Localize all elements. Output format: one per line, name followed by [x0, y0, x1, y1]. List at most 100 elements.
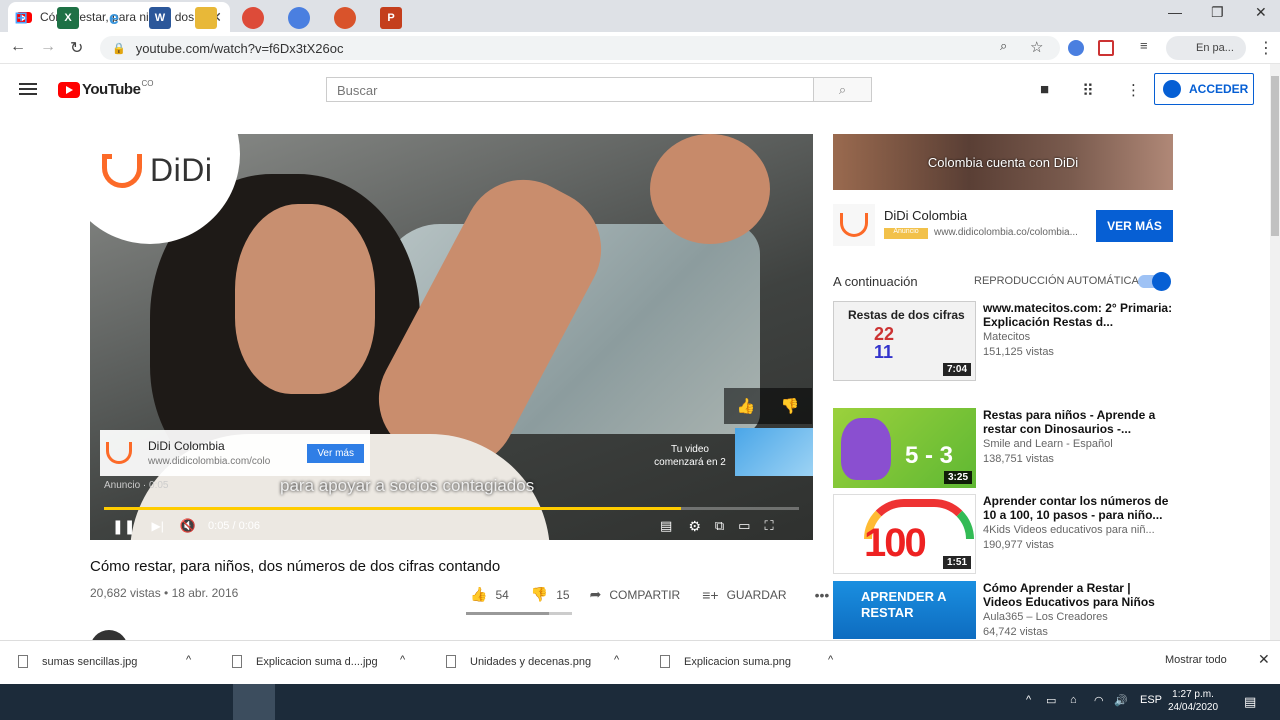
autoplay-label: REPRODUCCIÓN AUTOMÁTICA — [974, 275, 1139, 287]
media-queue-icon[interactable]: ≡ — [1140, 38, 1148, 53]
sentiment-fill — [466, 612, 549, 615]
download-item[interactable]: Unidades y decenas.png — [446, 655, 591, 668]
like-icon[interactable]: 👍 — [470, 586, 487, 603]
youtube-logo[interactable]: YouTube CO — [58, 79, 154, 98]
taskbar-clock[interactable]: 1:27 p.m. 24/04/2020 — [1168, 688, 1218, 714]
miniplayer-icon[interactable]: ⧉ — [715, 518, 724, 534]
recommendation-thumbnail[interactable]: APRENDER A RESTAR — [833, 581, 976, 639]
recommendation-title[interactable]: Cómo Aprender a Restar | Videos Educativ… — [983, 581, 1173, 609]
duration-badge: 3:25 — [943, 471, 972, 484]
language-indicator[interactable]: ESP — [1140, 694, 1162, 706]
theater-mode-icon[interactable]: ▭ — [738, 518, 750, 534]
back-arrow-icon[interactable]: ← — [10, 38, 26, 56]
recommendation-item[interactable]: 5 - 3 3:25 Restas para niños - Aprende a… — [833, 408, 1178, 488]
search-button[interactable]: ⌕ — [814, 77, 872, 102]
window-close-button[interactable]: ✕ — [1255, 4, 1267, 21]
share-button[interactable]: COMPARTIR — [609, 588, 680, 602]
save-playlist-icon[interactable]: ≡+ — [702, 587, 718, 603]
clock-time: 1:27 p.m. — [1172, 689, 1214, 700]
recommendation-item[interactable]: Restas de dos cifras 22 11 7:04 www.mate… — [833, 301, 1178, 381]
save-button[interactable]: GUARDAR — [727, 588, 787, 602]
ad-promo[interactable]: DiDi Colombia Anuncio www.didicolombia.c… — [833, 200, 1173, 250]
country-code: CO — [141, 79, 154, 88]
forward-arrow-icon[interactable]: → — [40, 38, 56, 56]
bookmark-star-icon[interactable]: ☆ — [1030, 38, 1043, 56]
clock-date: 24/04/2020 — [1168, 702, 1219, 713]
reload-icon[interactable]: ↻ — [70, 38, 83, 58]
word-icon[interactable]: W — [149, 7, 171, 29]
subtitles-icon[interactable]: ▤ — [660, 518, 672, 534]
file-explorer-icon[interactable] — [195, 7, 217, 29]
recommendation-item[interactable]: APRENDER A RESTAR Cómo Aprender a Restar… — [833, 581, 1178, 639]
address-bar[interactable]: 🔒 youtube.com/watch?v=f6Dx3tX26oc — [100, 36, 1060, 60]
chevron-up-icon[interactable]: ^ — [614, 654, 619, 666]
profile-button[interactable]: En pa... — [1166, 36, 1246, 60]
recommendation-views: 64,742 vistas — [983, 626, 1048, 638]
up-next-thumbnail[interactable] — [735, 428, 813, 476]
page-scrollbar[interactable] — [1270, 64, 1280, 640]
battery-icon[interactable]: ▭ — [1046, 694, 1056, 707]
promo-button[interactable]: VER MÁS — [1096, 210, 1173, 242]
download-item[interactable]: sumas sencillas.jpg — [18, 655, 137, 668]
scrollbar-thumb[interactable] — [1271, 76, 1279, 236]
edge-icon[interactable]: e — [103, 7, 125, 29]
windows-start-icon[interactable]: ⊞ — [10, 7, 32, 29]
mute-icon[interactable]: 🔇 — [180, 518, 196, 534]
chevron-up-icon[interactable]: ^ — [400, 654, 405, 666]
recommendation-title[interactable]: www.matecitos.com: 2° Primaria: Explicac… — [983, 301, 1173, 329]
extension-icon[interactable] — [1098, 40, 1114, 56]
progress-bar[interactable] — [104, 507, 799, 510]
autoplay-toggle[interactable] — [1138, 272, 1171, 291]
recommendation-thumbnail[interactable]: 100 1:51 — [833, 494, 976, 574]
search-icon: ⌕ — [838, 81, 847, 97]
network-share-icon[interactable]: ⌂ — [1070, 694, 1077, 706]
apps-grid-icon[interactable]: ⠿ — [1082, 81, 1094, 101]
companion-ad-banner[interactable]: Colombia cuenta con DiDi — [833, 134, 1173, 190]
create-video-icon[interactable]: ■ — [1040, 81, 1049, 98]
settings-more-icon[interactable]: ⋮ — [1126, 81, 1141, 99]
chevron-up-icon[interactable]: ^ — [828, 654, 833, 666]
app-icon[interactable] — [334, 7, 356, 29]
ad-overlay-card[interactable]: DiDi Colombia www.didicolombia.com/colo … — [100, 430, 370, 476]
next-icon[interactable]: ▶| — [151, 519, 163, 533]
dislike-icon[interactable]: 👎 — [531, 586, 548, 603]
recommendation-item[interactable]: 100 1:51 Aprender contar los números de … — [833, 494, 1178, 574]
fullscreen-icon[interactable]: ⛶ — [764, 518, 773, 534]
close-icon[interactable]: ✕ — [1258, 651, 1270, 668]
download-item[interactable]: Explicacion suma.png — [660, 655, 791, 668]
recommendation-title[interactable]: Restas para niños - Aprende a restar con… — [983, 408, 1173, 436]
extension-icon[interactable] — [1068, 40, 1084, 56]
video-frame-hand — [650, 134, 770, 244]
thumbs-up-icon[interactable]: 👍 — [737, 397, 756, 415]
notifications-icon[interactable]: ▤ — [1244, 694, 1256, 710]
recommendation-thumbnail[interactable]: Restas de dos cifras 22 11 7:04 — [833, 301, 976, 381]
more-actions-icon[interactable]: ••• — [815, 587, 830, 603]
minimize-button[interactable]: — — [1168, 4, 1182, 20]
download-item[interactable]: Explicacion suma d....jpg — [232, 655, 378, 668]
wifi-icon[interactable]: ◠ — [1094, 694, 1104, 707]
thumbs-down-icon[interactable]: 👎 — [781, 397, 800, 415]
recommendation-title[interactable]: Aprender contar los números de 10 a 100,… — [983, 494, 1173, 522]
zoom-icon[interactable]: ⌕ — [1000, 38, 1007, 54]
file-icon — [232, 655, 242, 668]
browser-menu-icon[interactable]: ⋮ — [1258, 38, 1274, 58]
signin-button[interactable]: ACCEDER — [1154, 73, 1254, 105]
chevron-up-icon[interactable]: ^ — [186, 654, 191, 666]
maximize-button[interactable]: ❐ — [1211, 4, 1224, 21]
ad-card-button[interactable]: Ver más — [307, 444, 364, 463]
tray-chevron-icon[interactable]: ^ — [1026, 694, 1031, 706]
recommendation-thumbnail[interactable]: 5 - 3 3:25 — [833, 408, 976, 488]
show-all-downloads-button[interactable]: Mostrar todo — [1165, 654, 1227, 666]
menu-icon[interactable] — [19, 83, 37, 95]
pause-icon[interactable]: ❚❚ — [112, 518, 135, 535]
browser-app-icon[interactable] — [288, 7, 310, 29]
powerpoint-icon[interactable]: P — [380, 7, 402, 29]
volume-icon[interactable]: 🔊 — [1114, 694, 1128, 707]
share-icon[interactable]: ➦ — [590, 586, 602, 603]
settings-gear-icon[interactable]: ⚙ — [688, 518, 701, 535]
search-input[interactable]: Buscar — [326, 77, 814, 102]
excel-icon[interactable]: X — [57, 7, 79, 29]
chrome-icon[interactable] — [242, 7, 264, 29]
video-actions: 👍 54 👎 15 ➦ COMPARTIR ≡+ GUARDAR ••• — [470, 586, 829, 603]
download-shelf — [0, 640, 1280, 684]
